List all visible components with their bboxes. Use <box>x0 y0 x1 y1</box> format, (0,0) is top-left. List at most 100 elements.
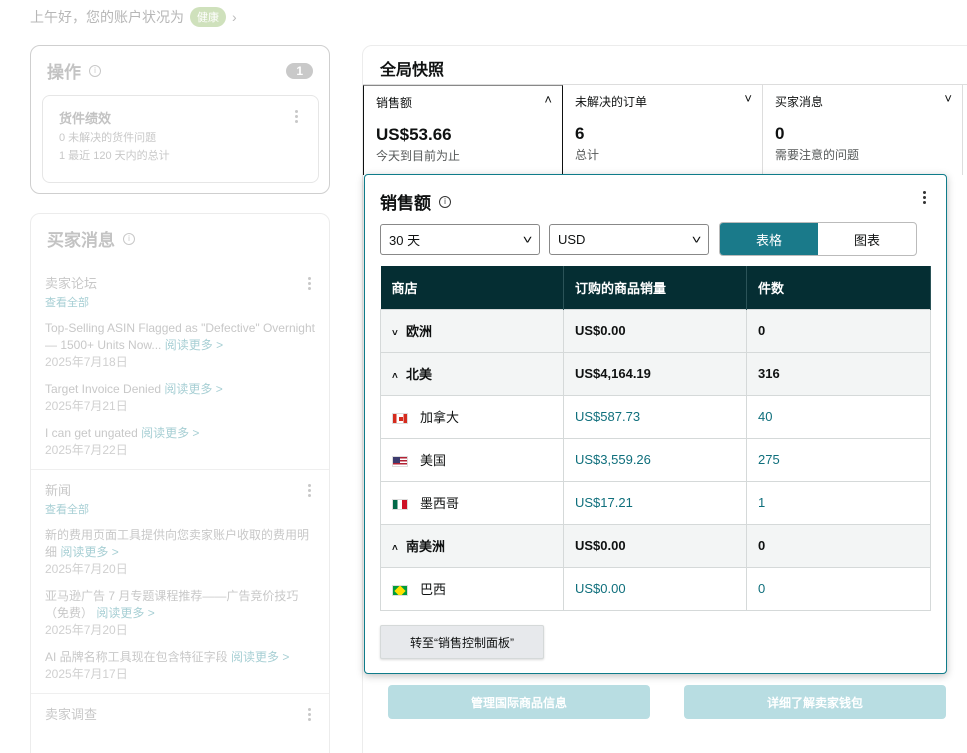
more-options-icon[interactable] <box>923 191 926 206</box>
post-date: 2025年7月21日 <box>45 399 128 413</box>
region-row[interactable]: ˅ 欧洲 US$0.00 0 <box>380 308 931 353</box>
currency-select[interactable]: USD ˅ <box>549 224 709 255</box>
sales-tile-label: 销售额 <box>376 96 413 110</box>
region-row[interactable]: ˄ 北美 US$4,164.19 316 <box>380 351 931 396</box>
news-section: 新闻 查看全部 新的费用页面工具提供向您卖家账户收取的费用明细 阅读更多 > 2… <box>31 470 329 694</box>
more-options-icon[interactable] <box>308 708 311 723</box>
sales-cell: US$587.73 <box>563 394 747 439</box>
flag-us-icon <box>392 456 408 468</box>
region-row[interactable]: ˄ 南美洲 US$0.00 0 <box>380 523 931 568</box>
units-cell: 1 <box>746 480 931 525</box>
units-cell: 40 <box>746 394 931 439</box>
chevron-down-icon[interactable]: ˅ <box>744 91 752 106</box>
table-row: 巴西 US$0.00 0 <box>380 566 931 611</box>
flag-ca-icon <box>392 413 408 425</box>
chevron-down-icon[interactable]: ˅ <box>392 328 406 339</box>
chevron-up-icon[interactable]: ˄ <box>392 543 406 554</box>
buyer-messages-tile[interactable]: 买家消息 ˅ 0 需要注意的问题 <box>763 85 963 175</box>
store-cell: 墨西哥 <box>380 480 564 525</box>
seller-forum-section: 卖家论坛 查看全部 Top-Selling ASIN Flagged as "D… <box>31 263 329 470</box>
seller-forum-title: 卖家论坛 <box>45 276 98 291</box>
forum-post-title: I can get ungated <box>45 426 138 440</box>
post-date: 2025年7月18日 <box>45 355 128 369</box>
view-toggle: 表格 图表 <box>719 222 917 256</box>
info-icon[interactable]: i <box>123 232 135 245</box>
seller-survey-title: 卖家调查 <box>45 707 98 722</box>
units-cell: 316 <box>746 351 931 396</box>
list-item[interactable]: AI 品牌名称工具现在包含特征字段 阅读更多 > 2025年7月17日 <box>45 649 315 683</box>
sales-cell: US$0.00 <box>563 308 747 353</box>
sales-cell: US$3,559.26 <box>563 437 747 482</box>
info-icon[interactable]: i <box>89 64 101 77</box>
list-item[interactable]: 新的费用页面工具提供向您卖家账户收取的费用明细 阅读更多 > 2025年7月20… <box>45 527 315 578</box>
store-name: 墨西哥 <box>420 496 460 511</box>
read-more-link[interactable]: 阅读更多 > <box>96 606 154 620</box>
shipment-total-line: 1 最近 120 天内的总计 <box>59 150 170 162</box>
read-more-link[interactable]: 阅读更多 > <box>164 382 222 396</box>
chart-view-button[interactable]: 图表 <box>818 223 916 255</box>
sales-tile-value: US$53.66 <box>376 125 452 144</box>
open-orders-tile[interactable]: 未解决的订单 ˅ 6 总计 <box>563 85 763 175</box>
buyer-messages-header: 买家消息 i <box>31 214 329 263</box>
table-view-button[interactable]: 表格 <box>720 223 818 255</box>
manage-international-listings-button[interactable]: 管理国际商品信息 <box>388 685 650 719</box>
sales-tile[interactable]: 销售额 ˄ US$53.66 今天到目前为止 <box>363 85 563 175</box>
more-options-icon[interactable] <box>308 277 311 292</box>
news-title-text: AI 品牌名称工具现在包含特征字段 <box>45 650 228 664</box>
table-row: 加拿大 US$587.73 40 <box>380 394 931 439</box>
period-select[interactable]: 30 天 ˅ <box>380 224 540 255</box>
chevron-up-icon[interactable]: ˄ <box>544 92 552 107</box>
list-item[interactable]: 亚马逊广告 7 月专题课程推荐——广告竞价技巧（免费） 阅读更多 > 2025年… <box>45 588 315 639</box>
flag-br-icon <box>392 585 408 597</box>
table-header-row: 商店 订购的商品销量 件数 <box>380 266 931 309</box>
store-cell: ˅ 欧洲 <box>380 308 564 353</box>
store-cell: 美国 <box>380 437 564 482</box>
column-header-units[interactable]: 件数 <box>746 266 931 309</box>
actions-count-badge: 1 <box>286 62 313 79</box>
list-item[interactable]: I can get ungated 阅读更多 > 2025年7月22日 <box>45 425 315 459</box>
more-options-icon[interactable] <box>295 110 298 125</box>
sales-popover-title: 销售额 <box>380 194 431 213</box>
chevron-up-icon[interactable]: ˄ <box>392 371 406 382</box>
sales-popover: 销售额 i 30 天 ˅ USD ˅ 表格 图表 商店 订购的商品销量 件数 ˅… <box>364 174 947 674</box>
list-item[interactable]: Top-Selling ASIN Flagged as "Defective" … <box>45 320 315 371</box>
column-header-sales[interactable]: 订购的商品销量 <box>563 266 747 309</box>
shipment-performance-card[interactable]: 货件绩效 0 未解决的货件问题 1 最近 120 天内的总计 <box>42 95 319 183</box>
currency-select-value: USD <box>558 232 586 247</box>
sales-tile-sub: 今天到目前为止 <box>376 149 461 163</box>
post-date: 2025年7月22日 <box>45 443 128 457</box>
chevron-down-icon[interactable]: ˅ <box>944 91 952 106</box>
news-see-all-link[interactable]: 查看全部 <box>45 501 315 517</box>
sales-popover-header: 销售额 i <box>380 189 451 214</box>
store-name: 加拿大 <box>420 410 460 425</box>
health-status-badge[interactable]: 健康 <box>190 7 226 27</box>
buyer-messages-tile-sub: 需要注意的问题 <box>775 148 860 162</box>
learn-seller-wallet-button[interactable]: 详细了解卖家钱包 <box>684 685 946 719</box>
read-more-link[interactable]: 阅读更多 > <box>60 545 118 559</box>
chevron-right-icon[interactable]: › <box>232 9 237 25</box>
column-header-store[interactable]: 商店 <box>380 266 564 309</box>
more-options-icon[interactable] <box>308 484 311 499</box>
seller-survey-section: 卖家调查 <box>31 694 329 733</box>
sales-cell: US$0.00 <box>563 566 747 611</box>
news-date: 2025年7月20日 <box>45 562 128 576</box>
read-more-link[interactable]: 阅读更多 > <box>141 426 199 440</box>
units-cell: 0 <box>746 566 931 611</box>
seller-forum-see-all-link[interactable]: 查看全部 <box>45 294 315 310</box>
sales-table: 商店 订购的商品销量 件数 ˅ 欧洲 US$0.00 0 ˄ 北美 US$4,164.19 3… <box>380 266 931 611</box>
actions-title: 操作 <box>47 63 81 82</box>
read-more-link[interactable]: 阅读更多 > <box>165 338 223 352</box>
period-select-value: 30 天 <box>389 233 421 248</box>
read-more-link[interactable]: 阅读更多 > <box>231 650 289 664</box>
buyer-messages-title: 买家消息 <box>47 231 115 250</box>
open-orders-tile-value: 6 <box>575 124 585 143</box>
store-cell: ˄ 南美洲 <box>380 523 564 568</box>
store-name: 欧洲 <box>406 324 433 339</box>
units-cell: 275 <box>746 437 931 482</box>
go-to-sales-dashboard-button[interactable]: 转至“销售控制面板” <box>380 625 544 659</box>
info-icon[interactable]: i <box>439 195 451 208</box>
global-snapshot-title: 全局快照 <box>380 62 445 79</box>
units-cell: 0 <box>746 308 931 353</box>
open-orders-tile-label: 未解决的订单 <box>575 95 648 109</box>
list-item[interactable]: Target Invoice Denied 阅读更多 > 2025年7月21日 <box>45 381 315 415</box>
